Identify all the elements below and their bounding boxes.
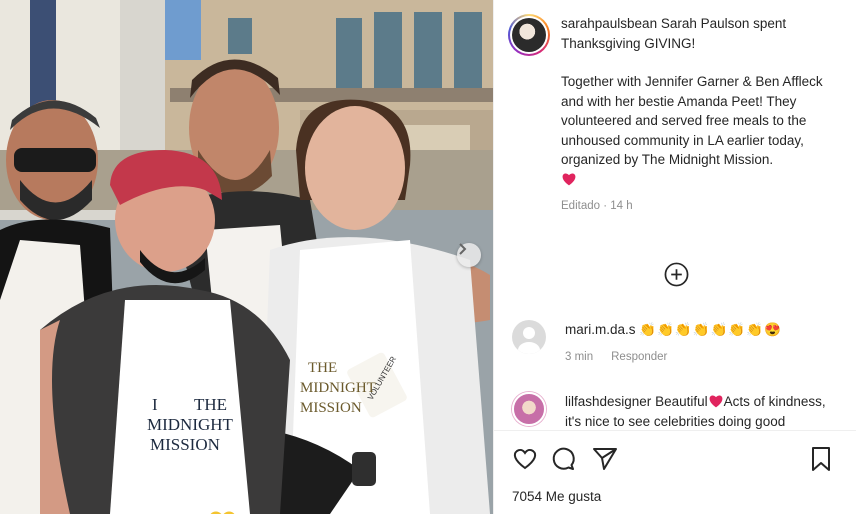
bookmark-icon[interactable] (808, 446, 834, 472)
likes-count[interactable]: 7054 Me gusta (512, 489, 601, 504)
next-photo-button[interactable] (457, 243, 481, 267)
red-heart-icon (709, 395, 723, 408)
default-avatar-icon (518, 327, 540, 354)
red-heart-icon (562, 173, 576, 185)
post-username[interactable]: sarahpaulsbean (561, 16, 657, 31)
comment-body: lilfashdesigner Beautiful Acts of kindnes… (565, 392, 842, 430)
actions-divider (494, 430, 856, 431)
apron-center-line1: THE (194, 395, 227, 414)
caption-text: sarahpaulsbean Sarah Paulson spent Thank… (561, 14, 831, 217)
comment-username[interactable]: mari.m.da.s (565, 322, 636, 337)
post-photo[interactable]: VOLUNTEER THE MIDNIGHT MISSION I THE MID… (0, 0, 493, 514)
comment-avatar[interactable] (512, 320, 546, 354)
post-meta: Editado · 14 h (561, 200, 633, 212)
post-actions (512, 446, 842, 474)
post-time: 14 h (610, 200, 633, 212)
instagram-post-frame: VOLUNTEER THE MIDNIGHT MISSION I THE MID… (0, 0, 856, 514)
comment-text: 👏👏👏👏👏👏👏😍 (639, 322, 782, 337)
comment-clip: lilfashdesigner Beautiful Acts of kindnes… (494, 380, 856, 430)
comment-username[interactable]: lilfashdesigner (565, 394, 651, 409)
paper-plane-icon[interactable] (592, 446, 618, 472)
apron-right-line1: THE (308, 360, 337, 376)
apron-center-line3: MISSION (150, 435, 220, 454)
caption-paragraph: Together with Jennifer Garner & Ben Affl… (561, 74, 823, 167)
apron-right-line2: MIDNIGHT (300, 380, 376, 396)
apron-center-i: I (152, 395, 158, 414)
apron-right-line3: MISSION (300, 400, 362, 416)
post-side-panel: sarahpaulsbean Sarah Paulson spent Thank… (493, 0, 856, 514)
chevron-right-icon (459, 243, 467, 255)
photo-illustration: VOLUNTEER THE MIDNIGHT MISSION I THE MID… (0, 0, 493, 514)
plus-circle-icon[interactable] (664, 262, 689, 287)
apron-center-line2: MIDNIGHT (147, 415, 234, 434)
profile-avatar[interactable] (508, 14, 550, 56)
reply-button[interactable]: Responder (611, 351, 667, 363)
comment-body: mari.m.da.s 👏👏👏👏👏👏👏😍 3 min Responder (565, 320, 842, 367)
comment-time: 3 min (565, 350, 594, 363)
comment-bubble-icon[interactable] (550, 446, 576, 472)
edited-label: Editado (561, 200, 601, 212)
heart-outline-icon[interactable] (512, 446, 538, 472)
comment-item: lilfashdesigner Beautiful Acts of kindnes… (512, 392, 842, 430)
comment-avatar[interactable] (512, 392, 546, 426)
comment-text-before: Beautiful (655, 394, 708, 409)
comment-item: mari.m.da.s 👏👏👏👏👏👏👏😍 3 min Responder (512, 320, 842, 367)
post-caption: sarahpaulsbean Sarah Paulson spent Thank… (508, 14, 848, 217)
